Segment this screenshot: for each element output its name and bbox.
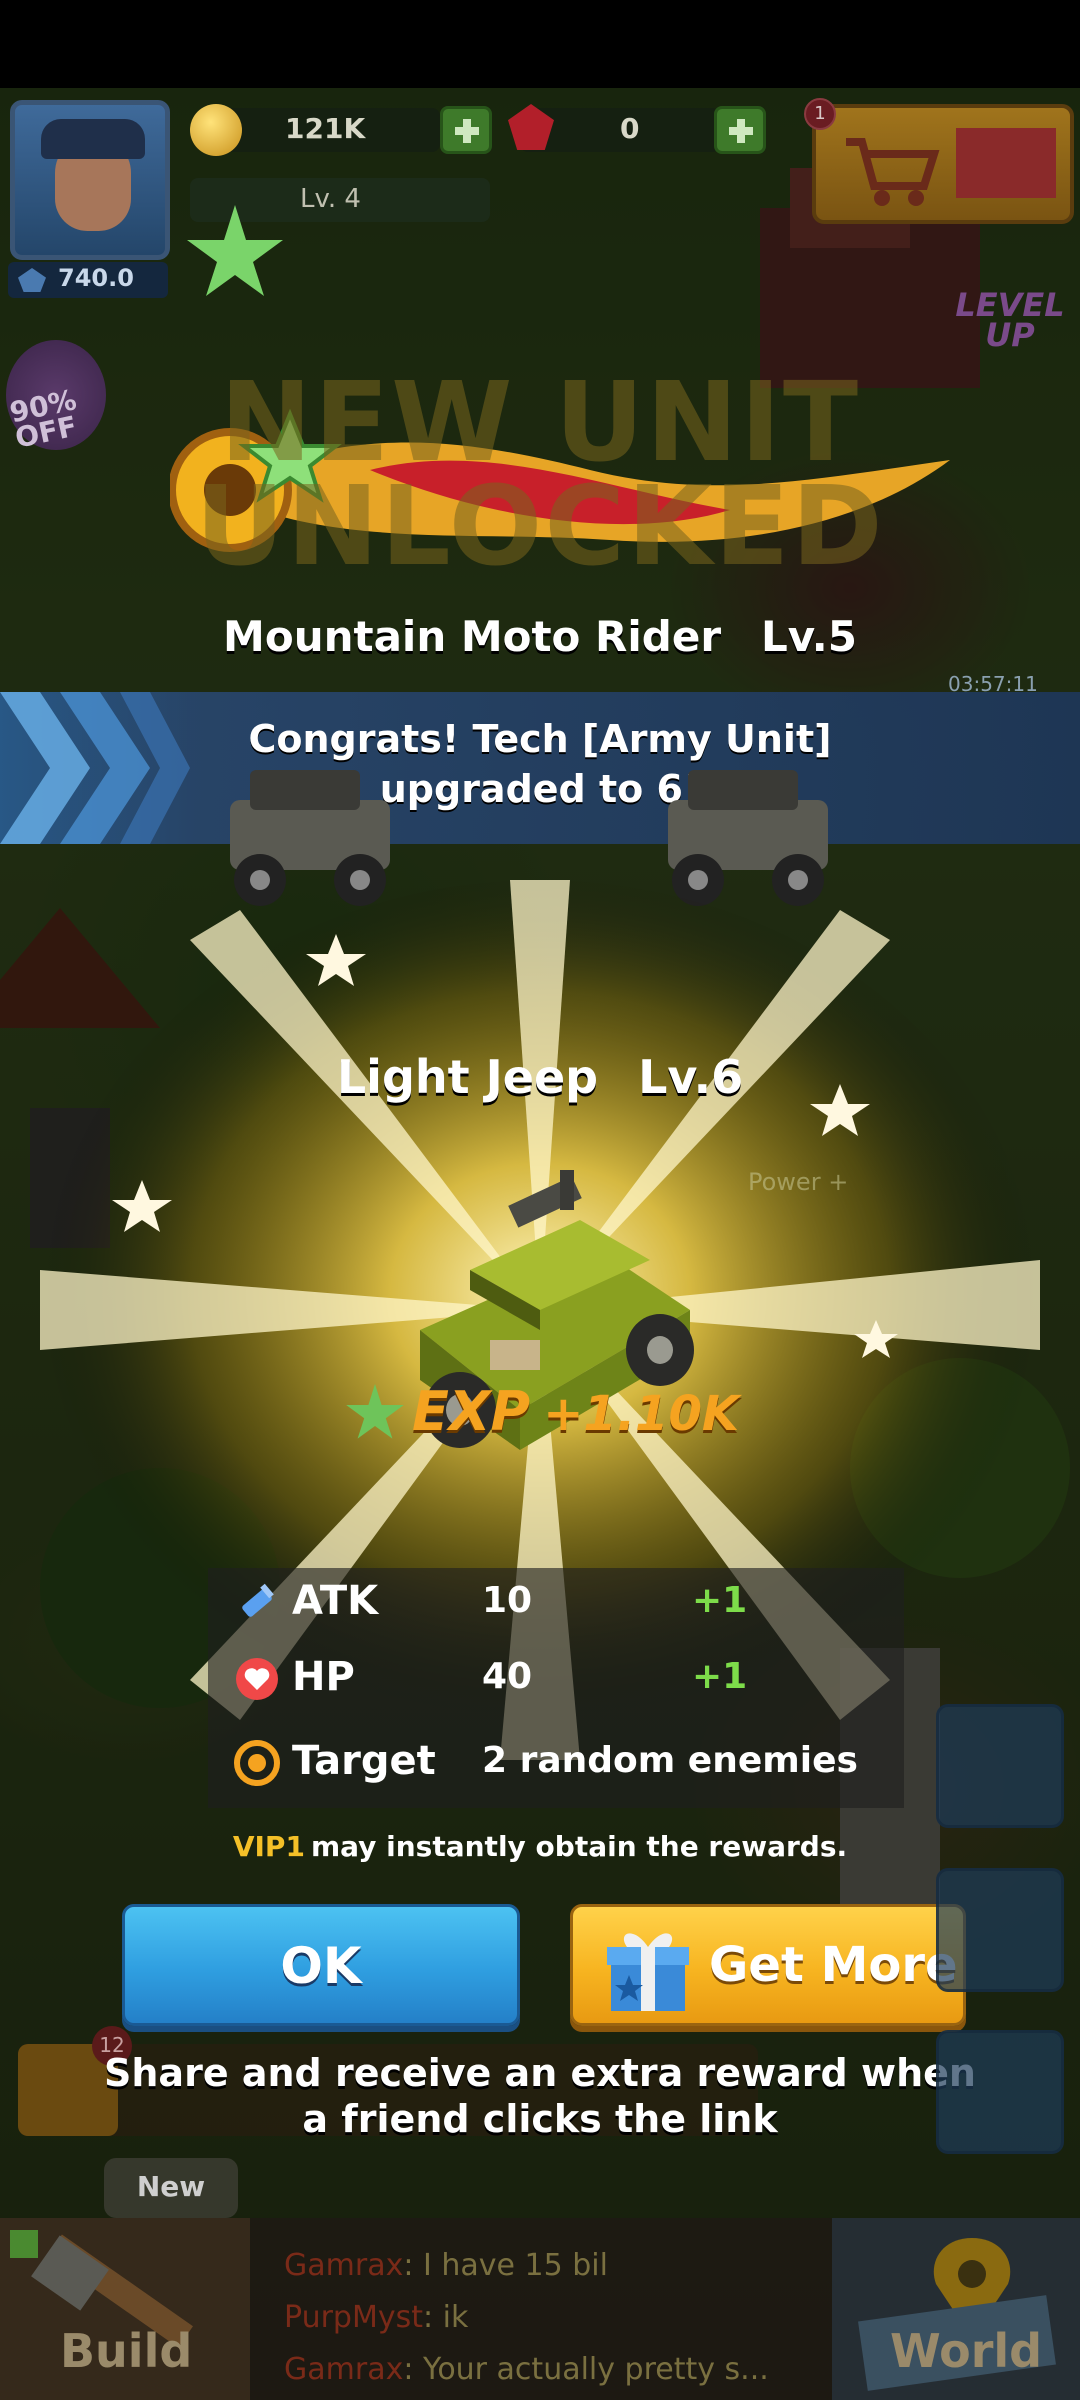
tech-upgrade-line-2: upgraded to 6!	[379, 767, 701, 811]
chat-text: : I have 15 bil	[403, 2248, 608, 2283]
get-more-label: Get More	[709, 1937, 958, 1993]
exp-label: EXP	[412, 1380, 531, 1443]
share-line-1: Share and receive an extra reward when	[104, 2051, 976, 2095]
level-up-badge[interactable]: LEVEL UP	[950, 289, 1070, 351]
stat-row-target: Target 2 random enemies	[208, 1730, 904, 1800]
coin-icon	[190, 104, 242, 156]
chat-text: : Your actually pretty s...	[403, 2352, 769, 2387]
add-gems-button[interactable]	[714, 106, 766, 154]
stat-row-atk: ATK 10 +1	[208, 1570, 904, 1640]
new-unit-unlocked-title: NEW UNIT UNLOCKED	[195, 358, 885, 590]
side-menu-button[interactable]	[936, 1868, 1064, 1992]
world-label: World	[890, 2324, 1043, 2378]
chat-text: : ik	[422, 2300, 469, 2335]
gems-value: 0	[620, 112, 640, 145]
add-coins-button[interactable]	[440, 106, 492, 154]
stat-label: ATK	[292, 1578, 379, 1624]
share-line-2: a friend clicks the link	[302, 2097, 778, 2141]
reward-unit-level: Lv.6	[638, 1050, 744, 1104]
chat-message: Gamrax: Your actually pretty s...	[284, 2344, 804, 2396]
side-menu-button[interactable]	[936, 2030, 1064, 2154]
reward-unit-heading: Light Jeep Lv.6	[0, 1050, 1080, 1104]
chat-user: PurpMyst	[284, 2300, 423, 2335]
vip-level: VIP1	[232, 1830, 305, 1863]
side-menu-button[interactable]	[936, 1704, 1064, 1828]
chat-preview[interactable]: Gamrax: I have 15 bil PurpMyst: ik Gamra…	[284, 2240, 804, 2396]
stat-bonus: +1	[692, 1656, 748, 1697]
unlocked-unit-heading: Mountain Moto Rider Lv.5	[0, 612, 1080, 661]
stat-label: Target	[292, 1738, 436, 1784]
unlocked-unit-level: Lv.5	[761, 612, 857, 661]
gift-box-icon	[607, 1933, 689, 2011]
target-icon	[234, 1740, 280, 1786]
new-badge: New	[104, 2158, 238, 2218]
player-level: Lv. 4	[300, 184, 361, 214]
share-reward-message: Share and receive an extra reward when a…	[0, 2050, 1080, 2142]
ok-label: OK	[280, 1937, 362, 1995]
stat-row-hp: HP 40 +1	[208, 1646, 904, 1716]
stat-value: 10	[482, 1580, 533, 1621]
chat-user: Gamrax	[284, 2352, 404, 2387]
power-gain-hint: Power +	[748, 1168, 849, 1196]
chat-message: PurpMyst: ik	[284, 2292, 804, 2344]
tech-upgrade-line-1: Congrats! Tech [Army Unit]	[248, 717, 832, 761]
get-more-button[interactable]: Get More	[570, 1904, 966, 2026]
power-value: 740.0	[58, 264, 134, 292]
syringe-icon	[242, 1583, 274, 1617]
shop-notification-badge: 1	[804, 98, 836, 130]
power-icon	[18, 268, 46, 292]
stat-bonus: +1	[692, 1580, 748, 1621]
stat-value: 40	[482, 1656, 533, 1697]
chat-user: Gamrax	[284, 2248, 404, 2283]
vip-note: VIP1 may instantly obtain the rewards.	[0, 1830, 1080, 1863]
shop-button[interactable]	[812, 104, 1074, 224]
vip-note-text: may instantly obtain the rewards.	[310, 1830, 848, 1863]
heart-icon	[236, 1658, 278, 1700]
exp-value: +1.10K	[543, 1386, 740, 1442]
tech-upgrade-message: Congrats! Tech [Army Unit] upgraded to 6…	[0, 714, 1080, 814]
cart-icon	[846, 128, 1056, 206]
build-label: Build	[60, 2324, 193, 2378]
ok-button[interactable]: OK	[122, 1904, 520, 2026]
stat-label: HP	[292, 1654, 355, 1700]
player-avatar[interactable]	[10, 100, 170, 260]
exp-gain: EXP +1.10K	[412, 1380, 739, 1450]
chat-message: Gamrax: I have 15 bil	[284, 2240, 804, 2292]
reward-unit-name: Light Jeep	[336, 1050, 599, 1104]
coins-value: 121K	[285, 112, 366, 145]
power-display: 740.0	[8, 262, 168, 298]
stat-value: 2 random enemies	[482, 1740, 858, 1781]
unlocked-unit-name: Mountain Moto Rider	[223, 612, 722, 661]
